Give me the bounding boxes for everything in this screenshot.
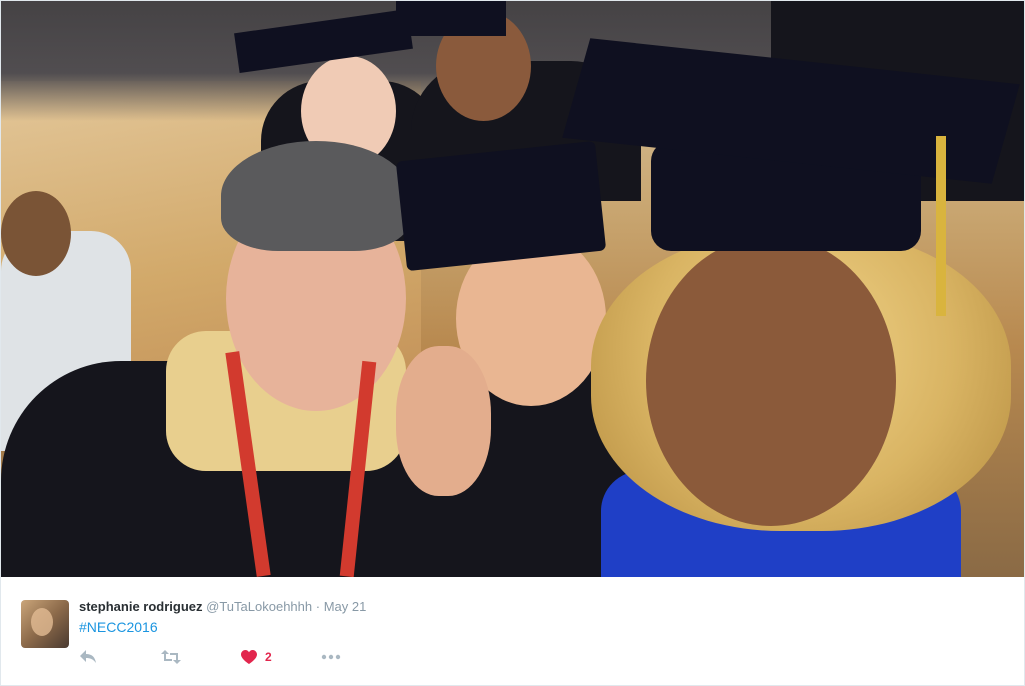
user-handle[interactable]: @TuTaLokoehhhh <box>206 599 312 614</box>
reply-button[interactable] <box>79 647 161 667</box>
middle-graduate-cap <box>395 140 607 272</box>
like-button[interactable]: 2 <box>241 647 321 667</box>
tweet-header: stephanie rodriguez @TuTaLokoehhhh · May… <box>79 599 366 615</box>
tweet-footer: stephanie rodriguez @TuTaLokoehhhh · May… <box>1 577 1024 685</box>
top-graduate-cap <box>396 1 506 36</box>
user-avatar[interactable] <box>21 600 69 648</box>
front-graduate-face <box>646 236 896 526</box>
more-button[interactable] <box>321 647 341 667</box>
faculty-hair <box>221 141 411 251</box>
peace-sign-hand <box>396 346 491 496</box>
seated-person-hair <box>1 191 71 276</box>
heart-icon <box>241 649 257 665</box>
like-count: 2 <box>265 650 272 664</box>
tweet-date[interactable]: May 21 <box>324 599 367 614</box>
separator-dot: · <box>315 599 321 614</box>
tweet-hashtag[interactable]: #NECC2016 <box>79 618 158 636</box>
display-name[interactable]: stephanie rodriguez <box>79 599 203 614</box>
front-graduate-tassel <box>936 136 946 316</box>
tweet-actions: 2 <box>79 647 341 667</box>
more-icon <box>321 654 341 660</box>
retweet-button[interactable] <box>161 647 241 667</box>
tweet-photo[interactable] <box>1 1 1024 577</box>
tweet-card: stephanie rodriguez @TuTaLokoehhhh · May… <box>0 0 1025 686</box>
reply-icon <box>79 649 97 665</box>
retweet-icon <box>161 650 181 664</box>
